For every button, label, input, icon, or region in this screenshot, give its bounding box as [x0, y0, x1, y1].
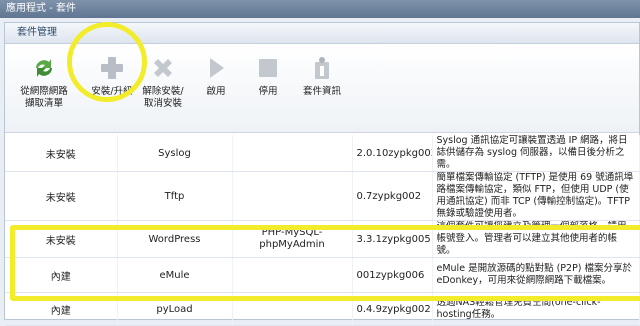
dependency-cell [232, 257, 353, 293]
uninstall-button[interactable]: 解除安裝/ 取消安裝 [136, 52, 190, 110]
uninstall-label: 解除安裝/ 取消安裝 [142, 86, 184, 109]
window-title: 應用程式 - 套件 [0, 0, 640, 18]
status-cell: 未安裝 [5, 135, 118, 172]
status-cell: 未安裝 [5, 171, 118, 221]
version-cell: 0.7zypkg002 [352, 171, 433, 221]
version-cell: 2.0.10zypkg003 [352, 135, 433, 172]
enable-button[interactable]: 啟用 [189, 52, 243, 98]
table-row[interactable]: 未安裝 WordPress PHP-MySQL- phpMyAdmin 3.3.… [5, 220, 640, 258]
dependency-cell [232, 292, 353, 326]
table-row[interactable]: 內建 eMule 001zypkg006 eMule 是開放源碼的點對點 (P2… [5, 257, 640, 293]
description-cell: 簡單檔案傳輸協定 (TFTP) 是使用 69 號通訊埠路檔案傳輸協定，類似 FT… [432, 171, 640, 221]
status-cell: 內建 [5, 292, 118, 326]
package-management-panel: 套件管理 從網際網路 擷取清單 安裝/升級 解除安裝/ 取消安裝 啟用 停用 套… [4, 22, 640, 326]
install-upgrade-label: 安裝/升級 [91, 86, 133, 97]
cross-icon [154, 59, 172, 77]
dependency-cell [232, 171, 353, 221]
retrieve-list-button[interactable]: 從網際網路 擷取清單 [17, 52, 71, 110]
description-cell: 這個套件可讓您建立及管理一個部落格。請用帳號登入。管理者可以建立其他使用者的帳號… [432, 220, 640, 258]
retrieve-list-label: 從網際網路 擷取清單 [20, 86, 68, 109]
description-cell: Syslog 通訊協定可讓裝置透過 IP 網路，將日誌供儲存為 syslog 伺… [432, 135, 640, 172]
version-cell: 001zypkg006 [352, 257, 433, 293]
version-cell: 0.4.9zypkg002 [352, 292, 433, 326]
package-name-cell: Syslog [117, 135, 233, 172]
toolbar: 從網際網路 擷取清單 安裝/升級 解除安裝/ 取消安裝 啟用 停用 套件資訊 [5, 44, 639, 133]
version-cell: 3.3.1zypkg005 [352, 220, 433, 258]
plus-icon [101, 57, 123, 79]
description-cell: eMule 是開放源碼的點對點 (P2P) 檔案分享於 eDonkey，可用來從… [432, 257, 640, 293]
package-name-cell: Tftp [117, 171, 233, 221]
install-upgrade-button[interactable]: 安裝/升級 [85, 52, 139, 98]
table-row[interactable]: 未安裝 Tftp 0.7zypkg002 簡單檔案傳輸協定 (TFTP) 是使用… [5, 171, 640, 221]
status-cell: 內建 [5, 257, 118, 293]
status-cell: 未安裝 [5, 220, 118, 258]
package-name-cell: eMule [117, 257, 233, 293]
table-row[interactable]: 內建 pyLoad 0.4.9zypkg002 透過NAS輕鬆管理免費空間(on… [5, 292, 640, 326]
dependency-cell: PHP-MySQL- phpMyAdmin [232, 220, 353, 258]
package-name-cell: pyLoad [117, 292, 233, 326]
disable-button[interactable]: 停用 [241, 52, 295, 98]
description-cell: 透過NAS輕鬆管理免費空間(one-click-hosting任務。 [432, 292, 640, 326]
info-icon [315, 57, 329, 79]
panel-title: 套件管理 [5, 23, 639, 44]
disable-label: 停用 [258, 86, 278, 97]
package-info-button[interactable]: 套件資訊 [295, 52, 349, 98]
refresh-icon [36, 59, 52, 77]
play-icon [210, 58, 224, 78]
enable-label: 啟用 [206, 86, 226, 97]
stop-icon [259, 59, 277, 77]
dependency-cell [232, 135, 353, 172]
package-info-label: 套件資訊 [302, 86, 341, 97]
table-row[interactable]: 未安裝 Syslog 2.0.10zypkg003 Syslog 通訊協定可讓裝… [5, 135, 640, 172]
package-table: 未安裝 Syslog 2.0.10zypkg003 Syslog 通訊協定可讓裝… [5, 135, 640, 326]
package-name-cell: WordPress [117, 220, 233, 258]
